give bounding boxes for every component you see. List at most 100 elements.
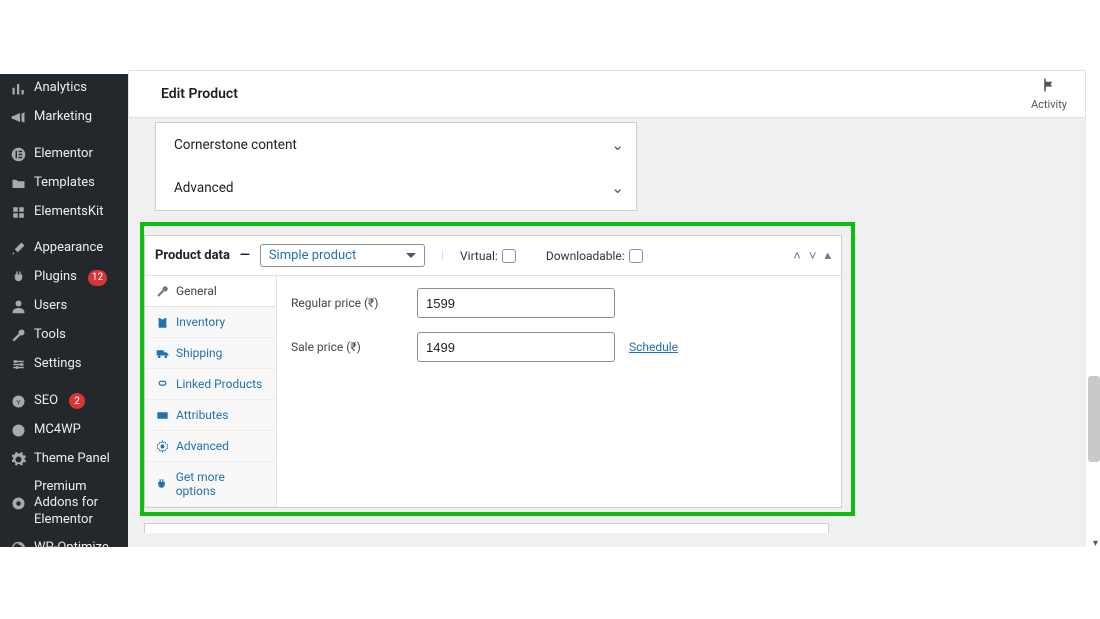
sidebar-item-elementskit[interactable]: ElementsKit	[0, 198, 128, 227]
plug-icon	[10, 270, 26, 286]
sidebar-item-plugins[interactable]: Plugins 12	[0, 263, 128, 292]
sidebar-item-appearance[interactable]: Appearance	[0, 234, 128, 263]
tab-general[interactable]: General	[145, 276, 276, 307]
sidebar-item-label: Theme Panel	[34, 451, 110, 468]
tab-label: General	[176, 284, 217, 298]
virtual-label: Virtual:	[460, 249, 498, 263]
product-data-label: Product data	[155, 248, 230, 263]
sidebar-item-label: Users	[34, 298, 67, 315]
product-data-panel: Product data — Simple product | Virtual:…	[144, 235, 842, 508]
optimize-icon	[10, 541, 26, 547]
gear-icon	[155, 439, 169, 453]
sidebar-item-label: WP-Optimize	[34, 540, 109, 547]
sidebar-item-theme-panel[interactable]: Theme Panel	[0, 445, 128, 474]
premium-addons-icon	[10, 496, 26, 512]
scrollbar-thumb[interactable]	[1088, 376, 1100, 462]
product-data-header: Product data — Simple product | Virtual:…	[145, 236, 841, 276]
regular-price-label: Regular price (₹)	[291, 296, 403, 310]
sidebar-item-label: Tools	[34, 327, 66, 344]
card-icon	[155, 408, 169, 422]
sidebar-item-label: Premium Addons for Elementor	[34, 479, 120, 530]
sale-price-label: Sale price (₹)	[291, 340, 403, 354]
content-area: Cornerstone content ⌄ Advanced ⌄ Product…	[128, 118, 1086, 547]
truck-icon	[155, 346, 169, 360]
product-type-value: Simple product	[269, 248, 356, 263]
sidebar-item-templates[interactable]: Templates	[0, 169, 128, 198]
tab-advanced[interactable]: Advanced	[145, 431, 276, 462]
wrench-icon	[155, 284, 169, 298]
sale-price-input[interactable]	[417, 332, 615, 362]
gear-icon	[10, 451, 26, 467]
sidebar-item-marketing[interactable]: Marketing	[0, 103, 128, 132]
downloadable-checkbox-wrap[interactable]: Downloadable:	[546, 249, 643, 263]
page-topbar: Edit Product Activity	[128, 70, 1086, 118]
elementor-icon	[10, 146, 26, 162]
schedule-link[interactable]: Schedule	[629, 340, 678, 354]
flag-icon	[1041, 77, 1057, 96]
elementskit-icon	[10, 204, 26, 220]
vertical-separator: |	[441, 248, 444, 263]
sidebar-item-label: MC4WP	[34, 422, 81, 439]
tab-label: Shipping	[176, 346, 222, 360]
sidebar-item-label: Elementor	[34, 146, 93, 163]
move-down-icon[interactable]: ˅	[809, 248, 817, 264]
tab-label: Inventory	[176, 315, 225, 329]
tab-get-more-options[interactable]: Get more options	[145, 462, 276, 507]
activity-label: Activity	[1031, 98, 1067, 111]
link-icon	[155, 377, 169, 391]
tab-inventory[interactable]: Inventory	[145, 307, 276, 338]
sidebar-item-label: Plugins	[34, 269, 77, 286]
product-data-highlight: Product data — Simple product | Virtual:…	[140, 222, 855, 516]
user-icon	[10, 299, 26, 315]
virtual-checkbox-wrap[interactable]: Virtual:	[460, 249, 516, 263]
sidebar-item-mc4wp[interactable]: MC4WP	[0, 416, 128, 445]
sidebar-item-elementor[interactable]: Elementor	[0, 140, 128, 169]
sidebar-item-label: ElementsKit	[34, 204, 103, 221]
tab-shipping[interactable]: Shipping	[145, 338, 276, 369]
tab-linked-products[interactable]: Linked Products	[145, 369, 276, 400]
megaphone-icon	[10, 109, 26, 125]
product-data-tabs: General Inventory Shipping Linked Produc…	[145, 276, 277, 507]
sidebar-item-users[interactable]: Users	[0, 292, 128, 321]
admin-sidebar: Analytics Marketing Elementor Templates …	[0, 74, 128, 547]
tab-label: Advanced	[176, 439, 229, 453]
product-data-fields: Regular price (₹) Sale price (₹) Schedul…	[277, 276, 841, 507]
plug-icon	[155, 477, 169, 491]
activity-button[interactable]: Activity	[1031, 77, 1067, 111]
sidebar-item-label: Settings	[34, 356, 81, 373]
regular-price-input[interactable]	[417, 288, 615, 318]
scrollbar-down-arrow[interactable]: ▾	[1093, 538, 1098, 549]
sidebar-item-label: Marketing	[34, 109, 92, 126]
brush-icon	[10, 241, 26, 257]
sidebar-item-seo[interactable]: Y SEO 2	[0, 387, 128, 416]
virtual-checkbox[interactable]	[502, 249, 516, 263]
downloadable-checkbox[interactable]	[629, 249, 643, 263]
tab-label: Attributes	[176, 408, 228, 422]
seo-icon: Y	[10, 393, 26, 409]
panel-toggle-icon[interactable]: ▴	[824, 248, 831, 264]
tab-attributes[interactable]: Attributes	[145, 400, 276, 431]
folder-icon	[10, 175, 26, 191]
plugins-badge: 12	[88, 270, 107, 286]
separator: —	[240, 248, 250, 263]
clipboard-icon	[155, 315, 169, 329]
accordion-label: Cornerstone content	[174, 137, 297, 153]
accordion-cornerstone[interactable]: Cornerstone content ⌄	[155, 122, 637, 167]
next-panel-top	[144, 523, 829, 533]
bars-icon	[10, 80, 26, 96]
accordion-advanced[interactable]: Advanced ⌄	[155, 166, 637, 211]
sidebar-item-premium-addons[interactable]: Premium Addons for Elementor	[0, 474, 128, 535]
product-type-select[interactable]: Simple product	[260, 244, 425, 267]
sidebar-item-tools[interactable]: Tools	[0, 321, 128, 350]
tab-label: Linked Products	[176, 377, 262, 391]
tab-label: Get more options	[176, 470, 266, 498]
sidebar-item-analytics[interactable]: Analytics	[0, 74, 128, 103]
chevron-down-icon: ⌄	[611, 136, 624, 154]
move-up-icon[interactable]: ˄	[793, 248, 801, 264]
sidebar-item-settings[interactable]: Settings	[0, 350, 128, 379]
sidebar-item-label: SEO	[34, 393, 58, 410]
accordion-label: Advanced	[174, 180, 234, 196]
sidebar-item-label: Templates	[34, 175, 95, 192]
downloadable-label: Downloadable:	[546, 249, 625, 263]
sidebar-item-wp-optimize[interactable]: WP-Optimize	[0, 534, 128, 547]
